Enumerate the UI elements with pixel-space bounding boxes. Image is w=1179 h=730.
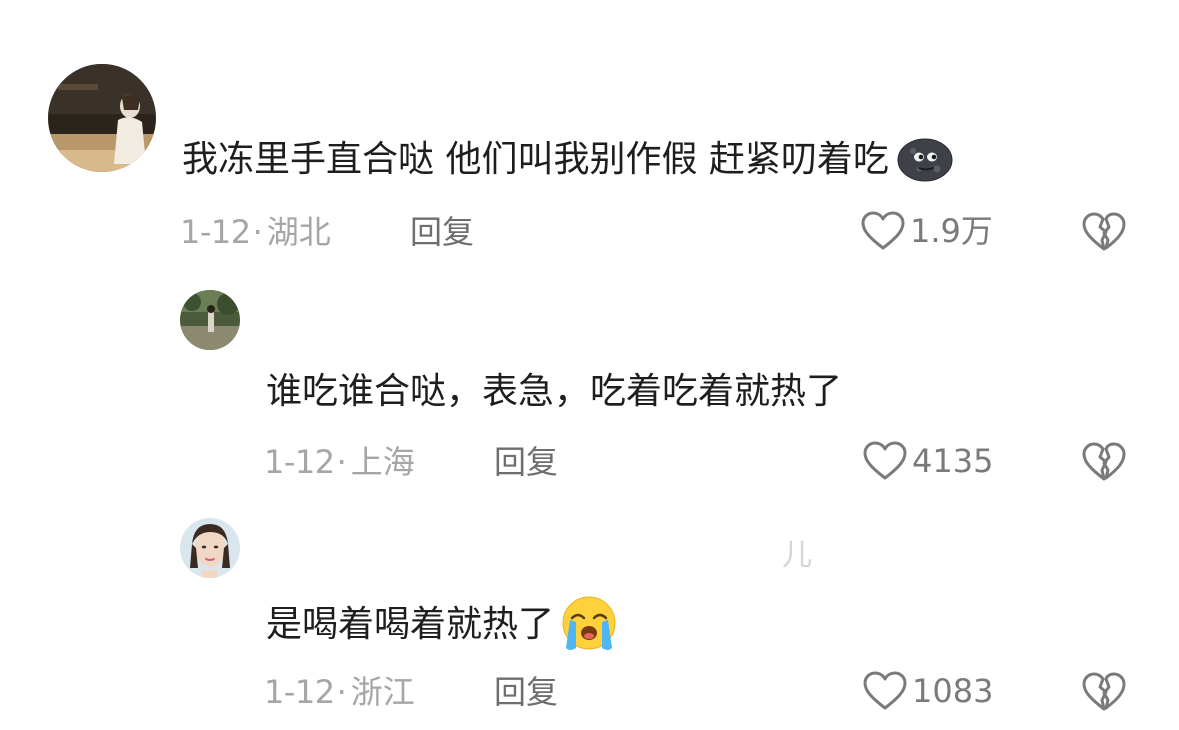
comment-text-body: 我冻里手直合哒 他们叫我别作假 赶紧叨着吃: [182, 139, 889, 180]
comment-date: 1-12: [180, 213, 251, 251]
avatar[interactable]: [48, 64, 156, 172]
comment-text: 是喝着喝着就热了: [266, 596, 620, 654]
comment-username[interactable]: 儿: [782, 530, 812, 574]
like-count: 4135: [912, 442, 994, 480]
like-button[interactable]: 1.9万: [860, 210, 993, 252]
avatar[interactable]: [180, 518, 240, 578]
new-moon-face-emoji: [897, 138, 953, 182]
comment-meta: 1-12 · 上海: [264, 442, 415, 482]
heart-outline-icon: [863, 671, 907, 710]
heart-outline-icon: [861, 211, 905, 250]
comment-text: 谁吃谁合哒，表急，吃着吃着就热了: [266, 368, 842, 416]
avatar-image: [48, 64, 156, 172]
comment-text-body: 是喝着喝着就热了: [266, 604, 555, 645]
comment-location: 浙江: [350, 673, 415, 711]
heart-outline-icon: [863, 441, 907, 480]
comment-reply: 儿 是喝着喝着就热了 1-12 · 浙江 回复 1083: [0, 500, 1179, 730]
like-count: 1083: [912, 672, 994, 710]
like-button[interactable]: 4135: [862, 440, 993, 482]
comment-date: 1-12: [264, 673, 335, 711]
loudly-crying-face-emoji: [558, 596, 620, 654]
comment-location: 上海: [350, 443, 415, 481]
avatar[interactable]: [180, 290, 240, 350]
avatar-image: [180, 290, 240, 350]
dislike-button[interactable]: [1080, 670, 1128, 714]
dislike-button[interactable]: [1080, 210, 1128, 254]
like-button[interactable]: 1083: [862, 670, 993, 712]
broken-heart-icon: [1082, 442, 1126, 481]
comment-location: 湖北: [266, 213, 331, 251]
reply-button[interactable]: 回复: [494, 672, 558, 712]
comment-reply: 谁吃谁合哒，表急，吃着吃着就热了 1-12 · 上海 回复 4135: [0, 270, 1179, 500]
comment-text-body: 谁吃谁合哒，表急，吃着吃着就热了: [266, 371, 843, 412]
reply-button[interactable]: 回复: [494, 442, 558, 482]
broken-heart-icon: [1082, 212, 1126, 251]
comment-text: 我冻里手直合哒 他们叫我别作假 赶紧叨着吃: [182, 136, 953, 184]
broken-heart-icon: [1082, 672, 1126, 711]
meta-separator: ·: [252, 213, 263, 251]
reply-button[interactable]: 回复: [410, 212, 474, 252]
comment-meta: 1-12 · 湖北: [180, 212, 331, 252]
comment-date: 1-12: [264, 443, 335, 481]
meta-separator: ·: [336, 673, 347, 711]
comment-meta: 1-12 · 浙江: [264, 672, 415, 712]
avatar-image: [180, 518, 240, 578]
comment: 我冻里手直合哒 他们叫我别作假 赶紧叨着吃 1-12 · 湖北 回复 1.9万: [0, 0, 1179, 270]
like-count: 1.9万: [910, 212, 993, 250]
meta-separator: ·: [336, 443, 347, 481]
dislike-button[interactable]: [1080, 440, 1128, 484]
